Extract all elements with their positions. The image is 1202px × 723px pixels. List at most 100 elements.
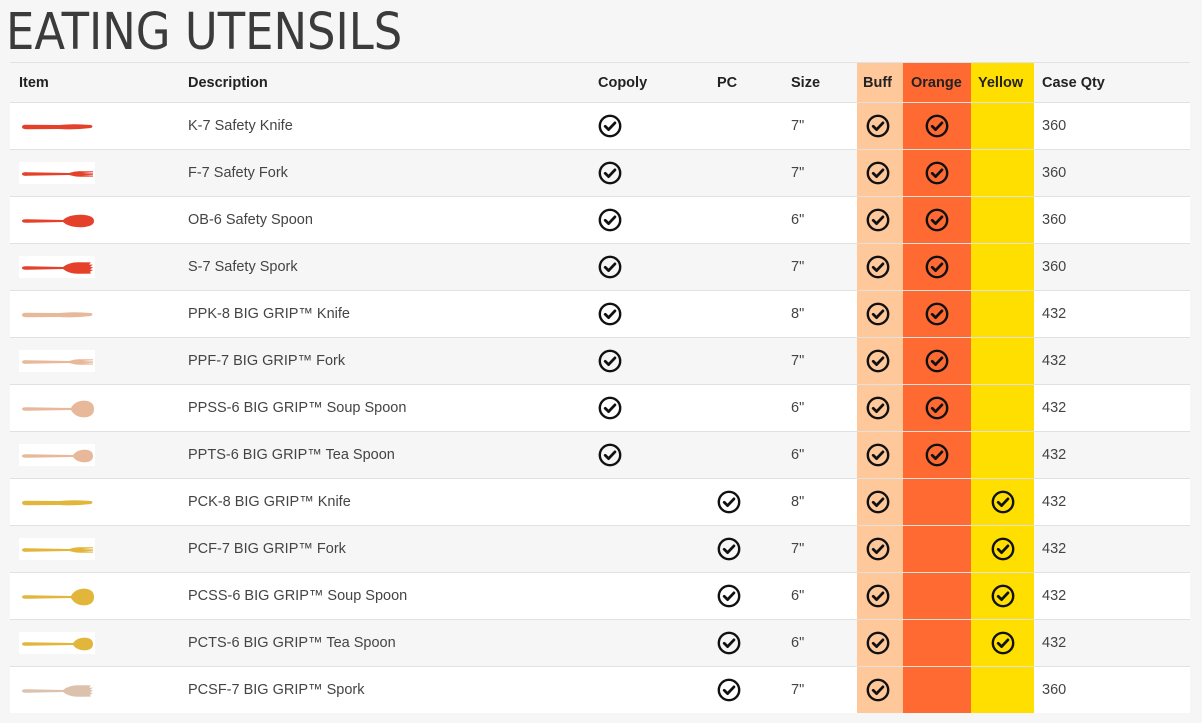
item-description: PCSF-7 BIG GRIP™ Spork	[188, 681, 365, 698]
header-yellow: Yellow	[971, 62, 1034, 103]
item-case-qty: 432	[1042, 353, 1067, 369]
check-circle-icon	[598, 302, 622, 326]
yellow-cell	[971, 478, 1034, 526]
check-circle-icon	[925, 161, 949, 185]
item-description: PCSS-6 BIG GRIP™ Soup Spoon	[188, 588, 408, 604]
header-case-qty: Case Qty	[1034, 62, 1190, 103]
check-circle-icon	[866, 490, 890, 514]
buff-cell	[857, 149, 903, 197]
spoon-icon[interactable]	[19, 209, 95, 231]
orange-cell	[903, 525, 971, 573]
item-description: PPSS-6 BIG GRIP™ Soup Spoon	[188, 400, 407, 416]
table-row: PCTS-6 BIG GRIP™ Tea Spoon 6" 432	[10, 619, 1190, 667]
check-circle-icon	[866, 349, 890, 373]
item-case-qty: 360	[1042, 681, 1067, 698]
buff-cell	[857, 431, 903, 479]
check-circle-icon	[866, 114, 890, 138]
tea-spoon-icon[interactable]	[19, 444, 95, 466]
knife-icon[interactable]	[19, 491, 95, 513]
item-case-qty: 432	[1042, 400, 1067, 416]
item-image-cell	[10, 667, 179, 713]
buff-cell	[857, 525, 903, 573]
soup-spoon-icon[interactable]	[19, 585, 95, 607]
table-row: PCK-8 BIG GRIP™ Knife 8" 432	[10, 478, 1190, 526]
buff-cell	[857, 102, 903, 150]
check-circle-icon	[866, 537, 890, 561]
buff-cell	[857, 243, 903, 291]
copoly-cell	[589, 667, 708, 713]
pc-cell	[708, 338, 782, 385]
yellow-cell	[971, 337, 1034, 385]
item-image-cell	[10, 620, 179, 667]
item-description: F-7 Safety Fork	[188, 165, 288, 181]
copoly-cell	[589, 620, 708, 667]
pc-cell	[708, 103, 782, 150]
yellow-cell	[971, 666, 1034, 713]
soup-spoon-icon[interactable]	[19, 397, 95, 419]
item-size: 6"	[791, 635, 805, 651]
check-circle-icon	[598, 349, 622, 373]
copoly-cell	[589, 432, 708, 479]
check-circle-icon	[866, 584, 890, 608]
orange-cell	[903, 243, 971, 291]
item-image-cell	[10, 103, 179, 150]
table-row: PPK-8 BIG GRIP™ Knife 8" 432	[10, 290, 1190, 338]
item-case-qty: 432	[1042, 588, 1067, 604]
buff-cell	[857, 666, 903, 713]
fork-icon[interactable]	[19, 350, 95, 372]
item-image-cell	[10, 385, 179, 432]
spork-icon[interactable]	[19, 256, 95, 278]
table-row: PPSS-6 BIG GRIP™ Soup Spoon 6" 432	[10, 384, 1190, 432]
header-item: Item	[10, 62, 179, 103]
check-circle-icon	[925, 114, 949, 138]
orange-cell	[903, 337, 971, 385]
tea-spoon-icon[interactable]	[19, 632, 95, 654]
table-row: OB-6 Safety Spoon 6" 360	[10, 196, 1190, 244]
orange-cell	[903, 619, 971, 667]
orange-cell	[903, 102, 971, 150]
fork-icon[interactable]	[19, 162, 95, 184]
pc-cell	[708, 667, 782, 713]
fork-icon[interactable]	[19, 538, 95, 560]
item-size: 7"	[791, 118, 805, 134]
item-case-qty: 360	[1042, 259, 1067, 275]
item-size: 8"	[791, 494, 805, 510]
copoly-cell	[589, 385, 708, 432]
pc-cell	[708, 150, 782, 197]
check-circle-icon	[925, 396, 949, 420]
knife-icon[interactable]	[19, 115, 95, 137]
check-circle-icon	[991, 537, 1015, 561]
utensils-table: Item Description Copoly PC Size Buff Ora…	[10, 62, 1190, 713]
knife-icon[interactable]	[19, 303, 95, 325]
spork-icon[interactable]	[19, 678, 95, 701]
buff-cell	[857, 196, 903, 244]
copoly-cell	[589, 291, 708, 338]
table-row: S-7 Safety Spork 7" 360	[10, 243, 1190, 291]
check-circle-icon	[866, 255, 890, 279]
pc-cell	[708, 573, 782, 620]
table-row: K-7 Safety Knife 7" 360	[10, 102, 1190, 150]
check-circle-icon	[717, 678, 741, 702]
buff-cell	[857, 290, 903, 338]
copoly-cell	[589, 479, 708, 526]
copoly-cell	[589, 197, 708, 244]
check-circle-icon	[925, 208, 949, 232]
pc-cell	[708, 197, 782, 244]
item-size: 7"	[791, 541, 805, 557]
check-circle-icon	[991, 631, 1015, 655]
check-circle-icon	[866, 443, 890, 467]
buff-cell	[857, 478, 903, 526]
check-circle-icon	[717, 584, 741, 608]
item-size: 7"	[791, 681, 805, 698]
check-circle-icon	[717, 490, 741, 514]
check-circle-icon	[866, 302, 890, 326]
page-title: EATING UTENSILS	[6, 3, 403, 62]
copoly-cell	[589, 150, 708, 197]
item-case-qty: 360	[1042, 212, 1067, 228]
item-case-qty: 432	[1042, 447, 1067, 463]
copoly-cell	[589, 103, 708, 150]
buff-cell	[857, 619, 903, 667]
item-description: PCF-7 BIG GRIP™ Fork	[188, 541, 346, 557]
item-size: 6"	[791, 447, 805, 463]
item-description: K-7 Safety Knife	[188, 118, 293, 134]
